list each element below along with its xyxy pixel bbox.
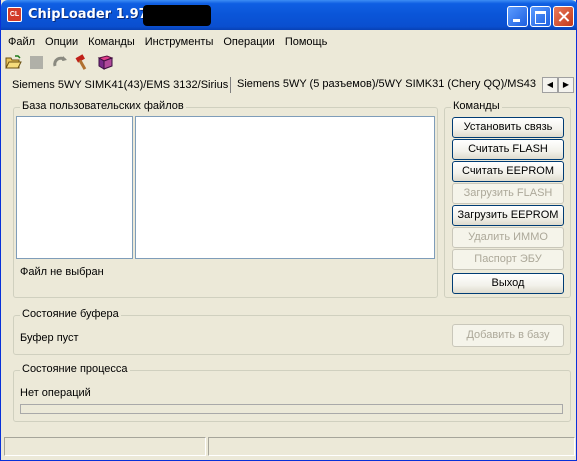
menu-help[interactable]: Помощь	[280, 33, 333, 51]
status-bar	[4, 437, 575, 456]
maximize-button[interactable]	[530, 6, 551, 27]
exit-button[interactable]: Выход	[452, 273, 564, 294]
close-button[interactable]	[553, 6, 574, 27]
tab-scroll: ◀ ▶	[542, 77, 574, 93]
hammer-icon[interactable]	[73, 53, 92, 72]
menu-tools[interactable]: Инструменты	[140, 33, 219, 51]
menu-operations[interactable]: Операции	[218, 33, 279, 51]
device-tabs: Siemens 5WY SIMK41(43)/EMS 3132/Sirius S…	[6, 77, 559, 96]
add-to-db-button[interactable]: Добавить в базу	[452, 324, 564, 347]
process-group: Состояние процесса	[13, 363, 571, 422]
tab-scroll-right-button[interactable]: ▶	[558, 77, 574, 93]
user-db-title: База пользовательских файлов	[20, 100, 186, 112]
title-bar[interactable]: CL ChipLoader 1.97.6	[1, 0, 577, 30]
redacted-title-area	[143, 5, 211, 26]
read-flash-button[interactable]: Считать FLASH	[452, 139, 564, 160]
window-title: ChipLoader 1.97.6	[28, 7, 162, 22]
tab-simk41[interactable]: Siemens 5WY SIMK41(43)/EMS 3132/Sirius	[6, 77, 234, 96]
toolbar	[4, 53, 115, 75]
menu-commands[interactable]: Команды	[83, 33, 140, 51]
menu-options[interactable]: Опции	[40, 33, 83, 51]
folder-list[interactable]	[16, 116, 133, 259]
write-eeprom-button[interactable]: Загрузить EEPROM	[452, 205, 564, 226]
process-title: Состояние процесса	[20, 363, 130, 375]
tab-5wy-simk31[interactable]: Siemens 5WY (5 разъемов)/5WY SIMK31 (Che…	[230, 77, 544, 93]
book-icon[interactable]	[96, 53, 115, 72]
menu-bar: Файл Опции Команды Инструменты Операции …	[4, 33, 332, 51]
file-list[interactable]	[135, 116, 435, 259]
refresh-icon[interactable]	[50, 53, 69, 72]
remove-immo-button[interactable]: Удалить ИММО	[452, 227, 564, 248]
menu-file[interactable]: Файл	[4, 33, 40, 51]
buffer-status: Буфер пуст	[20, 332, 79, 344]
buffer-title: Состояние буфера	[20, 308, 121, 320]
connect-button[interactable]: Установить связь	[452, 117, 564, 138]
file-status: Файл не выбран	[20, 266, 104, 278]
read-eeprom-button[interactable]: Считать EEPROM	[452, 161, 564, 182]
app-icon: CL	[7, 7, 22, 22]
open-folder-icon[interactable]	[4, 53, 23, 72]
status-panel-1	[4, 437, 206, 456]
process-progress-bar	[20, 404, 563, 414]
minimize-button[interactable]	[507, 6, 528, 27]
status-panel-2	[208, 437, 575, 456]
process-status: Нет операций	[20, 387, 91, 399]
ecu-passport-button[interactable]: Паспорт ЭБУ	[452, 249, 564, 270]
write-flash-button[interactable]: Загрузить FLASH	[452, 183, 564, 204]
stop-icon[interactable]	[27, 53, 46, 72]
app-window: CL ChipLoader 1.97.6 Файл Опции Команды …	[0, 0, 577, 461]
commands-title: Команды	[451, 100, 502, 112]
tab-scroll-left-button[interactable]: ◀	[542, 77, 558, 93]
